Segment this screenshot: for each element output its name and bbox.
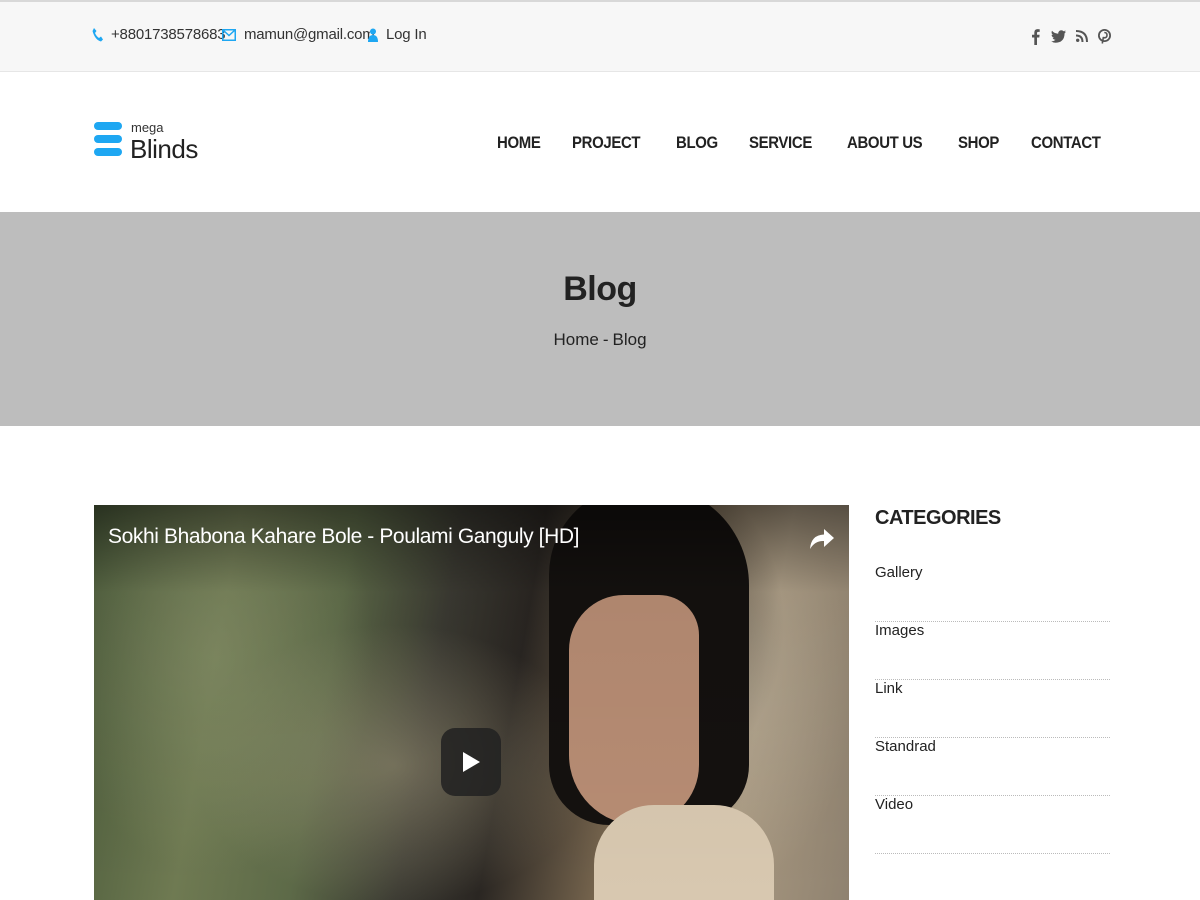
logo-small-text: mega <box>131 120 164 135</box>
video-player[interactable]: Sokhi Bhabona Kahare Bole - Poulami Gang… <box>94 505 849 900</box>
category-link[interactable]: Link <box>875 680 1110 697</box>
nav-about-us[interactable]: ABOUT US <box>847 133 923 153</box>
logo-big-text: Blinds <box>130 134 198 164</box>
list-item: Gallery <box>875 564 1110 622</box>
page-banner: Blog Home - Blog <box>0 212 1200 426</box>
list-item: Standrad <box>875 738 1110 796</box>
play-icon <box>463 752 480 772</box>
login-link[interactable]: Log In <box>368 26 427 43</box>
nav-contact[interactable]: CONTACT <box>1031 133 1101 153</box>
breadcrumb-separator: - <box>602 330 609 349</box>
email-contact[interactable]: mamun@gmail.com <box>222 26 375 43</box>
twitter-icon[interactable] <box>1051 26 1066 46</box>
categories-heading: CATEGORIES <box>875 507 1001 529</box>
login-label: Log In <box>386 26 427 43</box>
video-title[interactable]: Sokhi Bhabona Kahare Bole - Poulami Gang… <box>108 525 579 549</box>
breadcrumb: Home - Blog <box>0 330 1200 350</box>
nav-shop[interactable]: SHOP <box>958 133 999 153</box>
breadcrumb-home[interactable]: Home <box>553 330 598 349</box>
sidebar: CATEGORIES Gallery Images Link Standrad … <box>875 505 1110 854</box>
category-video[interactable]: Video <box>875 796 1110 813</box>
phone-icon <box>92 27 103 41</box>
nav-project[interactable]: PROJECT <box>572 133 641 153</box>
phone-number: +8801738578683 <box>111 26 226 43</box>
nav-home[interactable]: HOME <box>497 133 541 153</box>
facebook-icon[interactable] <box>1028 26 1043 46</box>
rss-icon[interactable] <box>1074 26 1089 46</box>
video-title-gradient <box>94 505 849 900</box>
top-bar: +8801738578683 mamun@gmail.com Log In <box>0 0 1200 72</box>
site-logo[interactable]: mega Blinds <box>94 120 214 170</box>
social-links <box>1028 26 1112 46</box>
phone-contact[interactable]: +8801738578683 <box>92 26 226 43</box>
site-header: mega Blinds HOME PROJECT BLOG SERVICE AB… <box>0 72 1200 212</box>
category-list: Gallery Images Link Standrad Video <box>875 564 1110 854</box>
list-item: Link <box>875 680 1110 738</box>
category-standrad[interactable]: Standrad <box>875 738 1110 755</box>
category-gallery[interactable]: Gallery <box>875 564 1110 581</box>
breadcrumb-current: Blog <box>612 330 647 349</box>
play-button[interactable] <box>441 728 501 796</box>
envelope-icon <box>222 28 236 41</box>
nav-blog[interactable]: BLOG <box>676 133 718 153</box>
logo-mark-icon <box>94 122 122 161</box>
category-images[interactable]: Images <box>875 622 1110 639</box>
email-address: mamun@gmail.com <box>244 26 375 43</box>
user-icon <box>368 28 378 42</box>
nav-service[interactable]: SERVICE <box>749 133 812 153</box>
list-item: Images <box>875 622 1110 680</box>
main-nav: HOME PROJECT BLOG SERVICE ABOUT US SHOP … <box>497 133 1110 153</box>
page-title: Blog <box>563 270 637 308</box>
list-item: Video <box>875 796 1110 854</box>
share-icon[interactable] <box>809 527 835 551</box>
pinterest-icon[interactable] <box>1097 26 1112 46</box>
